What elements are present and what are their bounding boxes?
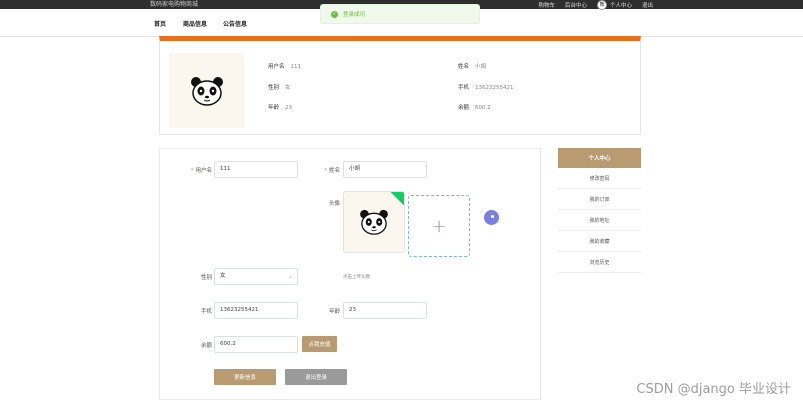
success-toast: ✓ 登录成功 [320,4,480,24]
logout-button[interactable]: 退出登录 [285,369,347,385]
user-center-link[interactable]: 个人中心 [610,1,632,9]
phone-label: 手机 [200,309,212,315]
update-info-button[interactable]: 更新信息 [214,369,276,385]
recharge-button[interactable]: 点我充值 [302,336,337,352]
user-side-menu: 个人中心 修改密码 我的订单 我的地址 我的收藏 浏览历史 [558,148,641,273]
gender-label: 性别 [200,275,212,281]
profile-age: 年龄 23 [268,105,293,111]
site-title: 数码家电购物商城 [150,1,199,8]
name-input[interactable]: 小胡 [343,161,427,178]
side-item-change-password[interactable]: 修改密码 [558,168,641,189]
chevron-down-icon: ⌄ [287,273,293,280]
side-item-my-favorites[interactable]: 我的收藏 [558,231,641,252]
avatar-upload-hint: 点击上传头像 [343,275,370,280]
admin-center-link[interactable]: 后台中心 [565,1,587,9]
avatar-label: 头像 [328,201,340,207]
panda-icon [360,209,388,235]
profile-avatar [169,53,244,128]
profile-name: 姓名 小胡 [458,64,487,70]
check-circle-icon: ✓ [331,10,338,18]
gender-value: 女 [220,273,226,279]
name-label: * 姓名 [324,168,340,174]
logout-link[interactable]: 退出 [642,1,653,9]
plus-icon: + [431,215,447,237]
balance-label: 余额 [200,343,212,349]
profile-balance: 余额 600.2 [458,105,491,111]
avatar-preview[interactable] [343,191,405,253]
profile-phone: 手机 13623255421 [458,85,514,91]
side-menu-title[interactable]: 个人中心 [558,148,641,168]
upload-success-badge [388,192,404,207]
profile-gender: 性别女 [268,85,291,91]
nav-home[interactable]: 首页 [154,19,166,28]
side-item-my-orders[interactable]: 我的订单 [558,189,641,210]
top-links: 购物车 后台中心 熊 个人中心 退出 [538,0,653,10]
nav-notices[interactable]: 公告信息 [223,19,247,28]
panda-icon [190,76,223,106]
cursor-indicator [484,210,499,225]
watermark: CSDN @django 毕业设计 [636,382,791,397]
age-input[interactable]: 23 [343,302,427,319]
username-input[interactable]: 111 [214,161,298,178]
side-item-my-address[interactable]: 我的地址 [558,210,641,231]
cart-link[interactable]: 购物车 [538,1,555,9]
nav-products[interactable]: 商品信息 [183,19,207,28]
balance-input[interactable]: 600.2 [214,336,298,353]
profile-username: 用户名 111 [268,64,302,70]
username-label: * 用户名 [190,168,212,174]
profile-summary-card: 用户名 111 性别女 年龄 23 姓名 小胡 手机 13623255421 余额 600… [159,36,641,135]
age-label: 年龄 [328,309,340,315]
avatar-upload-button[interactable]: + [408,195,470,257]
profile-edit-form: * 用户名 111 * 姓名 小胡 头像 + 点击上传头像 性别 女 ⌄ 手机 13… [159,148,541,400]
gender-select[interactable]: 女 ⌄ [214,268,298,285]
phone-input[interactable]: 13623255421 [214,302,298,319]
side-item-browse-history[interactable]: 浏览历史 [558,252,641,273]
toast-message: 登录成功 [343,12,366,18]
